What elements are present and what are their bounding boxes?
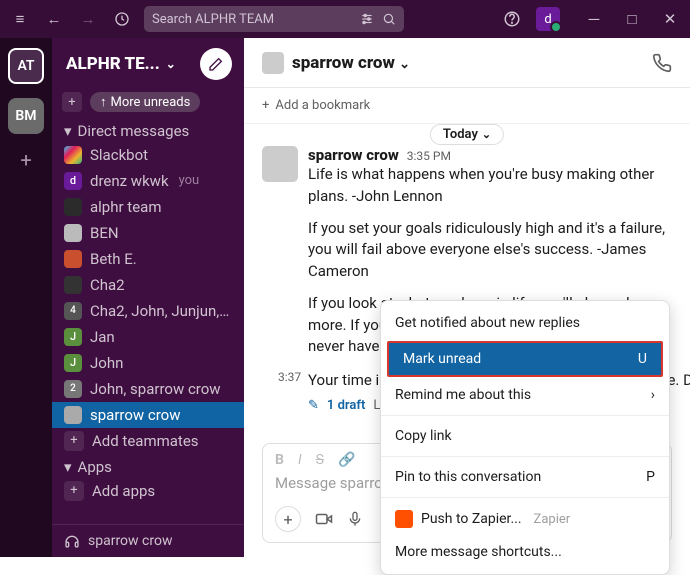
chat-name-button[interactable]: sparrow crow ⌄ [292, 53, 410, 73]
help-icon[interactable] [502, 9, 522, 29]
dm-group-cha2[interactable]: 4Cha2, John, Junjun, ... [52, 298, 244, 324]
dm-slackbot[interactable]: Slackbot [52, 142, 244, 168]
link-button[interactable]: 🔗 [338, 452, 355, 468]
content: sparrow crow ⌄ + Add a bookmark Today ⌄ … [244, 38, 690, 557]
huddle-bar[interactable]: sparrow crow [52, 524, 244, 557]
chevron-down-icon: ⌄ [166, 57, 176, 71]
new-channel-button[interactable]: + [62, 92, 82, 112]
video-button[interactable] [315, 510, 333, 528]
more-unreads-button[interactable]: ↑ More unreads [90, 92, 200, 112]
message-avatar [262, 146, 298, 182]
chat-avatar [262, 52, 284, 74]
reply-time: 3:37 [278, 370, 301, 384]
user-avatar[interactable]: d [536, 7, 560, 31]
caret-down-icon: ▾ [64, 122, 72, 140]
zapier-icon [395, 510, 413, 528]
dm-alphr-team[interactable]: alphr team [52, 194, 244, 220]
pencil-icon: ✎ [308, 398, 319, 413]
chevron-down-icon: ⌄ [482, 128, 491, 141]
add-apps[interactable]: +Add apps [52, 478, 244, 504]
ctx-pin[interactable]: Pin to this conversationP [381, 461, 669, 493]
dm-ben[interactable]: BEN [52, 220, 244, 246]
compose-button[interactable] [200, 48, 232, 80]
message-author[interactable]: sparrow crow [308, 146, 399, 164]
window-max-icon[interactable]: □ [622, 9, 642, 29]
nav-back-icon[interactable]: ← [44, 9, 64, 29]
mic-button[interactable] [347, 511, 363, 527]
chevron-right-icon: › [651, 387, 655, 403]
dm-section-header[interactable]: ▾ Direct messages [52, 118, 244, 142]
dm-jan[interactable]: JJan [52, 324, 244, 350]
add-teammates[interactable]: +Add teammates [52, 428, 244, 454]
ctx-mark-unread[interactable]: Mark unreadU [387, 341, 663, 377]
call-button[interactable] [652, 53, 672, 73]
workspace-bm[interactable]: BM [8, 98, 44, 134]
context-menu: Get notified about new replies Mark unre… [380, 300, 670, 575]
italic-button[interactable]: I [298, 452, 302, 468]
plus-icon: + [64, 481, 84, 501]
headphones-icon [64, 533, 80, 549]
dm-sparrow-crow[interactable]: sparrow crow [52, 402, 244, 428]
add-bookmark[interactable]: + Add a bookmark [244, 88, 690, 124]
dm-drenz[interactable]: ddrenz wkwkyou [52, 168, 244, 194]
dm-group-john[interactable]: 2John, sparrow crow [52, 376, 244, 402]
nav-fwd-icon[interactable]: → [78, 9, 98, 29]
dm-beth[interactable]: Beth E. [52, 246, 244, 272]
draft-label[interactable]: 1 draft [327, 398, 365, 413]
ctx-copy-link[interactable]: Copy link [381, 420, 669, 452]
history-icon[interactable] [112, 9, 132, 29]
workspace-add[interactable]: + [20, 148, 31, 172]
ctx-more-shortcuts[interactable]: More message shortcuts... [381, 536, 669, 568]
plus-icon: + [64, 431, 84, 451]
ctx-get-notified[interactable]: Get notified about new replies [381, 307, 669, 339]
workspace-rail: AT BM + [0, 38, 52, 557]
today-pill[interactable]: Today ⌄ [430, 124, 504, 145]
strike-button[interactable]: S [316, 452, 324, 468]
dm-cha2[interactable]: Cha2 [52, 272, 244, 298]
apps-section-header[interactable]: ▾Apps [52, 454, 244, 478]
dm-john[interactable]: JJohn [52, 350, 244, 376]
search-placeholder: Search ALPHR TEAM [152, 12, 274, 27]
titlebar: ≡ ← → Search ALPHR TEAM d ─ □ ✕ [0, 0, 690, 38]
window-min-icon[interactable]: ─ [584, 9, 604, 29]
sidebar: ALPHR TE... ⌄ + ↑ More unreads ▾ Direct … [52, 38, 244, 557]
bold-button[interactable]: B [275, 452, 284, 468]
filter-icon[interactable] [360, 12, 374, 26]
window-close-icon[interactable]: ✕ [660, 9, 680, 29]
message-time: 3:35 PM [407, 149, 451, 163]
attach-button[interactable]: + [275, 506, 301, 532]
search-icon[interactable] [382, 12, 396, 26]
search-input[interactable]: Search ALPHR TEAM [144, 6, 404, 32]
ctx-zapier[interactable]: Push to Zapier...Zapier [381, 502, 669, 536]
ctx-remind-me[interactable]: Remind me about this› [381, 379, 669, 411]
menu-icon[interactable]: ≡ [10, 9, 30, 29]
chat-header: sparrow crow ⌄ [244, 38, 690, 88]
workspace-switcher[interactable]: ALPHR TE... ⌄ [66, 54, 176, 74]
caret-down-icon: ▾ [64, 458, 72, 476]
chevron-down-icon: ⌄ [399, 57, 410, 72]
workspace-at[interactable]: AT [8, 48, 44, 84]
